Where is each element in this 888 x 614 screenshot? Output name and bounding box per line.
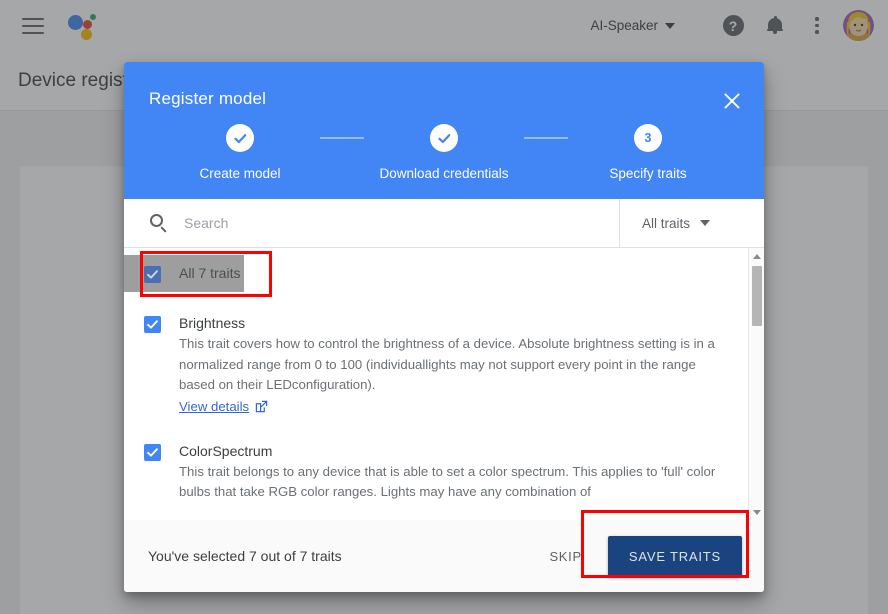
search-box[interactable]: [124, 199, 619, 247]
step-download-credentials[interactable]: Download credentials: [364, 124, 524, 181]
trait-description: This trait covers how to control the bri…: [179, 336, 715, 392]
traits-filter-label: All traits: [642, 215, 691, 231]
select-all-label: All 7 traits: [179, 265, 241, 281]
trait-description: This trait belongs to any device that is…: [179, 463, 716, 500]
save-traits-button[interactable]: SAVE TRAITS: [607, 535, 742, 577]
trait-name: Brightness: [179, 315, 246, 331]
step-specify-traits[interactable]: 3 Specify traits: [568, 124, 728, 181]
trait-checkbox-colorspectrum[interactable]: [144, 443, 161, 461]
skip-button[interactable]: SKIP: [535, 539, 595, 574]
close-icon[interactable]: [718, 87, 746, 115]
trait-checkbox-brightness[interactable]: [144, 316, 161, 333]
step-3-marker: 3: [634, 124, 662, 152]
chevron-down-icon: [700, 220, 711, 226]
dialog-title: Register model: [149, 89, 267, 108]
external-link-icon: [255, 400, 268, 412]
trait-name: ColorSpectrum: [179, 442, 273, 459]
stepper-connector-2: [524, 137, 568, 139]
scroll-up-icon[interactable]: [749, 248, 764, 264]
traits-list-container: All 7 traits Brightness This trait cover…: [124, 248, 764, 520]
trait-row[interactable]: Brightness This trait covers how to cont…: [124, 292, 748, 423]
step-1-label: Create model: [199, 166, 281, 181]
view-details-label: View details: [179, 398, 250, 414]
step-1-marker: [226, 124, 254, 152]
stepper-connector-1: [320, 137, 364, 139]
step-2-label: Download credentials: [379, 166, 509, 181]
search-input[interactable]: [184, 215, 619, 231]
scrollbar-thumb[interactable]: [752, 266, 762, 326]
traits-filter-dropdown[interactable]: All traits: [619, 199, 764, 247]
selection-status: You've selected 7 out of 7 traits: [148, 548, 342, 564]
dialog-header: Register model Create model Download cre…: [124, 62, 764, 199]
dialog-footer: You've selected 7 out of 7 traits SKIP S…: [124, 520, 764, 592]
screen-root: AI-Speaker ? Device registration Registe…: [0, 0, 888, 614]
traits-list: All 7 traits Brightness This trait cover…: [124, 248, 748, 520]
select-all-traits-row[interactable]: All 7 traits: [124, 255, 244, 292]
step-create-model[interactable]: Create model: [160, 124, 320, 181]
search-row: All traits: [124, 199, 764, 248]
traits-scrollbar[interactable]: [748, 248, 764, 520]
search-icon: [150, 214, 168, 233]
step-2-marker: [430, 124, 458, 152]
scroll-down-icon[interactable]: [749, 504, 764, 520]
select-all-checkbox[interactable]: [144, 266, 161, 283]
stepper: Create model Download credentials 3 Spec…: [124, 124, 764, 181]
step-3-label: Specify traits: [609, 166, 687, 181]
view-details-link[interactable]: View details: [179, 399, 268, 414]
trait-row[interactable]: ColorSpectrum This trait belongs to any …: [124, 423, 748, 510]
register-model-dialog: Register model Create model Download cre…: [124, 62, 764, 592]
